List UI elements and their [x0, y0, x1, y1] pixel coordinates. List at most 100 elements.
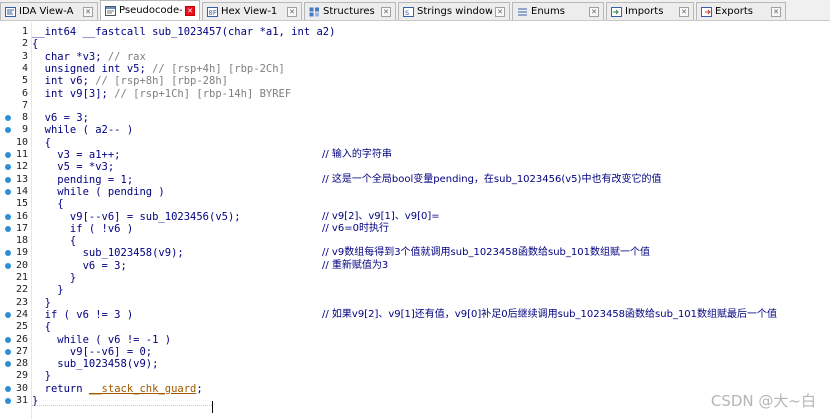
code-comment: // v9数组每得到3个值就调用sub_1023458函数给sub_101数组赋… [322, 247, 650, 259]
tab-structures[interactable]: Structures ✕ [304, 2, 396, 20]
code-text: v6 = 3; [32, 259, 127, 272]
code-line[interactable]: 30 return __stack_chk_guard; [0, 383, 830, 395]
close-icon[interactable]: ✕ [83, 6, 93, 17]
tab-strings-window[interactable]: s Strings window ✕ [398, 2, 510, 20]
pseudocode-icon [104, 5, 116, 16]
code-line[interactable]: 21 } [0, 272, 830, 284]
strings-icon: s [402, 6, 414, 17]
code-text: { [32, 198, 64, 211]
code-line[interactable]: 25 { [0, 321, 830, 333]
code-text: return __stack_chk_guard; [32, 382, 203, 395]
code-text: v6 = 3; [32, 112, 89, 125]
code-line[interactable]: 9 while ( a2-- ) [0, 124, 830, 136]
tab-ida-view-a[interactable]: IDA View-A ✕ [0, 2, 98, 20]
close-icon[interactable]: ✕ [381, 6, 391, 17]
line-number: 19 [15, 247, 28, 259]
code-text: int v6; // [rsp+8h] [rbp-28h] [32, 75, 228, 88]
code-line[interactable]: 26 while ( v6 != -1 ) [0, 334, 830, 346]
code-line[interactable]: 23 } [0, 297, 830, 309]
code-line[interactable]: 27 v9[--v6] = 0; [0, 346, 830, 358]
code-text: __int64 __fastcall sub_1023457(char *a1,… [32, 26, 336, 38]
code-line[interactable]: 8 v6 = 3; [0, 112, 830, 124]
code-line[interactable]: 1 __int64 __fastcall sub_1023457(char *a1… [0, 26, 830, 38]
code-line[interactable]: 28 sub_1023458(v9); [0, 358, 830, 370]
code-text: v9[--v6] = 0; [32, 345, 153, 358]
code-text: int v9[3]; // [rsp+1Ch] [rbp-14h] BYREF [32, 87, 292, 100]
tab-exports[interactable]: Exports ✕ [696, 2, 786, 20]
code-text: } [32, 284, 64, 297]
code-line[interactable]: 17 if ( !v6 ) // v6=0时执行 [0, 223, 830, 235]
code-line[interactable]: 16 v9[--v6] = sub_1023456(v5); // v9[2]、v… [0, 211, 830, 223]
line-number: 1 [21, 26, 28, 37]
code-text: } [32, 272, 77, 284]
line-number: 30 [15, 382, 28, 394]
code-comment: // v9[2]、v9[1]、v9[0]= [322, 210, 440, 222]
code-text: if ( v6 != 3 ) [32, 308, 134, 321]
tab-hex-view-1[interactable]: 0F Hex View-1 ✕ [202, 2, 302, 20]
tab-label: Strings window [417, 6, 492, 17]
line-number: 21 [15, 272, 28, 283]
current-line-highlight [32, 405, 212, 407]
code-text: { [32, 136, 51, 149]
tab-bar: IDA View-A✕Pseudocode-A✕0FHex View-1✕Str… [0, 0, 830, 21]
code-line[interactable]: 5 int v6; // [rsp+8h] [rbp-28h] [0, 75, 830, 87]
line-number: 12 [15, 161, 28, 173]
line-number: 9 [21, 124, 28, 136]
svg-text:0F: 0F [208, 9, 216, 17]
code-line[interactable]: 10 { [0, 137, 830, 149]
line-number: 6 [21, 87, 28, 99]
code-line[interactable]: 15 { [0, 198, 830, 210]
tab-pseudocode-a[interactable]: Pseudocode-A✕ [100, 0, 200, 20]
tab-label: IDA View-A [19, 6, 74, 17]
code-text: char *v3; // rax [32, 50, 146, 63]
line-number: 27 [15, 345, 28, 357]
code-line[interactable]: 19 sub_1023458(v9); // v9数组每得到3个值就调用sub_1… [0, 247, 830, 259]
line-number: 24 [15, 308, 28, 320]
code-comment: // 输入的字符串 [322, 149, 392, 160]
enums-icon [516, 6, 528, 17]
tab-enums[interactable]: Enums ✕ [512, 2, 604, 20]
line-number: 10 [15, 136, 28, 148]
code-line[interactable]: 7 [0, 100, 830, 112]
close-icon[interactable]: ✕ [185, 5, 195, 16]
close-icon[interactable]: ✕ [495, 6, 505, 17]
code-line[interactable]: 29 } [0, 370, 830, 382]
structures-icon [308, 6, 320, 17]
code-line[interactable]: 13 pending = 1; // 这是一个全局bool变量pending，在s… [0, 174, 830, 186]
code-line[interactable]: 3 char *v3; // rax [0, 51, 830, 63]
code-line[interactable]: 24 if ( v6 != 3 ) // 如果v9[2]、v9[1]还有值，v9[… [0, 309, 830, 321]
code-line[interactable]: 11 v3 = a1++; // 输入的字符串 [0, 149, 830, 161]
code-line[interactable]: 18 { [0, 235, 830, 247]
tab-imports[interactable]: Imports ✕ [606, 2, 694, 20]
code-text: v5 = *v3; [32, 161, 115, 174]
code-text: } [32, 296, 51, 309]
line-number: 4 [21, 62, 28, 74]
close-icon[interactable]: ✕ [589, 6, 599, 17]
code-line[interactable]: 4 unsigned int v5; // [rsp+4h] [rbp-2Ch] [0, 63, 830, 75]
code-text: while ( a2-- ) [32, 124, 134, 137]
exports-icon [700, 6, 712, 17]
line-number: 13 [15, 173, 28, 185]
line-number: 26 [15, 333, 28, 345]
code-line[interactable]: 22 } [0, 284, 830, 296]
line-number: 22 [15, 284, 28, 296]
watermark: CSDN @大~白 [710, 392, 816, 410]
close-icon[interactable]: ✕ [679, 6, 689, 17]
code-line[interactable]: 2{ [0, 38, 830, 50]
close-icon[interactable]: ✕ [771, 6, 781, 17]
text-cursor [212, 401, 213, 413]
code-text: v3 = a1++; [32, 149, 121, 161]
code-line[interactable]: 20 v6 = 3; // 重新赋值为3 [0, 260, 830, 272]
line-number: 20 [15, 259, 28, 271]
pseudocode-editor[interactable]: 1 __int64 __fastcall sub_1023457(char *a1… [0, 22, 830, 419]
line-number: 15 [15, 198, 28, 210]
tab-label: Structures [323, 6, 375, 17]
close-icon[interactable]: ✕ [287, 6, 297, 17]
code-line[interactable]: 6 int v9[3]; // [rsp+1Ch] [rbp-14h] BYRE… [0, 88, 830, 100]
hex-icon: 0F [206, 6, 218, 17]
code-text: pending = 1; [32, 173, 134, 186]
code-text: { [32, 321, 51, 334]
code-line[interactable]: 14 while ( pending ) [0, 186, 830, 198]
code-line[interactable]: 12 v5 = *v3; [0, 161, 830, 173]
line-number: 17 [15, 222, 28, 234]
